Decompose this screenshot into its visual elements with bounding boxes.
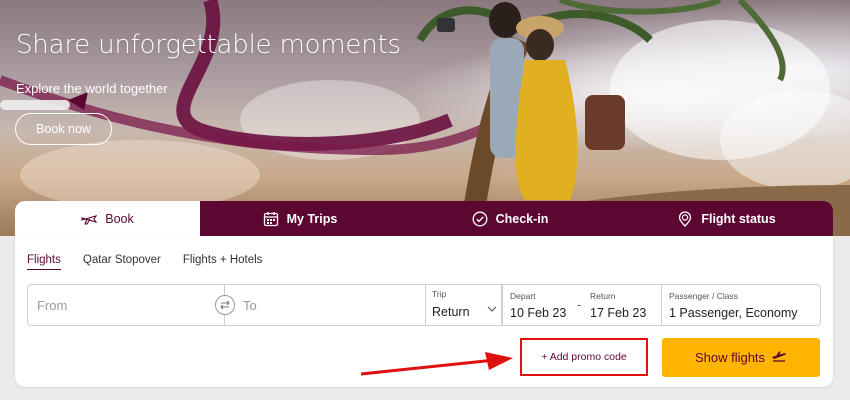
tab-check-in[interactable]: Check-in bbox=[400, 201, 620, 237]
add-promo-code-button[interactable]: + Add promo code bbox=[520, 338, 648, 376]
location-pin-icon bbox=[677, 211, 693, 227]
tab-label: Check-in bbox=[495, 212, 549, 226]
subtab-flights[interactable]: Flights bbox=[27, 254, 61, 270]
plane-icon bbox=[771, 350, 787, 365]
show-flights-button[interactable]: Show flights bbox=[662, 338, 820, 377]
tab-label: Book bbox=[105, 212, 134, 226]
passenger-class-field[interactable]: Passenger / Class 1 Passenger, Economy bbox=[661, 284, 821, 326]
tab-label: Flight status bbox=[701, 212, 776, 226]
trip-type-select[interactable]: Trip Return bbox=[425, 284, 502, 326]
booking-subtabs: Flights Qatar Stopover Flights + Hotels bbox=[27, 254, 262, 270]
from-input[interactable]: From bbox=[27, 284, 225, 326]
from-placeholder: From bbox=[37, 298, 68, 313]
passenger-class-value: 1 Passenger, Economy bbox=[669, 306, 798, 320]
passenger-class-label: Passenger / Class bbox=[669, 291, 738, 301]
check-circle-icon bbox=[472, 211, 488, 227]
hero-subtitle: Explore the world together bbox=[16, 81, 168, 96]
show-flights-label: Show flights bbox=[694, 350, 766, 365]
book-now-button[interactable]: Book now bbox=[15, 113, 112, 145]
booking-tabs: Book My Trips Check-in Flight status bbox=[15, 201, 833, 237]
chevron-down-icon bbox=[487, 300, 497, 318]
tab-label: My Trips bbox=[286, 212, 338, 226]
annotation-arrow bbox=[360, 352, 513, 376]
calendar-icon bbox=[263, 211, 279, 227]
tab-my-trips[interactable]: My Trips bbox=[200, 201, 400, 237]
tab-flight-status[interactable]: Flight status bbox=[620, 201, 833, 237]
subtab-flights-hotels[interactable]: Flights + Hotels bbox=[183, 254, 263, 270]
trip-value: Return bbox=[432, 305, 470, 319]
return-value: 17 Feb 23 bbox=[590, 306, 647, 320]
to-input[interactable]: To bbox=[224, 284, 426, 326]
tab-book[interactable]: Book bbox=[15, 201, 200, 237]
hero-title: Share unforgettable moments bbox=[16, 30, 401, 60]
subtab-qatar-stopover[interactable]: Qatar Stopover bbox=[83, 254, 161, 270]
depart-label: Depart bbox=[510, 291, 536, 301]
to-placeholder: To bbox=[243, 298, 257, 313]
return-label: Return bbox=[590, 291, 616, 301]
date-separator: - bbox=[577, 298, 582, 312]
plane-icon bbox=[81, 211, 98, 227]
swap-airports-button[interactable] bbox=[215, 295, 235, 315]
depart-value: 10 Feb 23 bbox=[510, 306, 567, 320]
trip-label: Trip bbox=[432, 289, 447, 299]
date-range-field[interactable]: Depart 10 Feb 23 - Return 17 Feb 23 bbox=[502, 284, 662, 326]
swap-icon bbox=[219, 296, 231, 315]
